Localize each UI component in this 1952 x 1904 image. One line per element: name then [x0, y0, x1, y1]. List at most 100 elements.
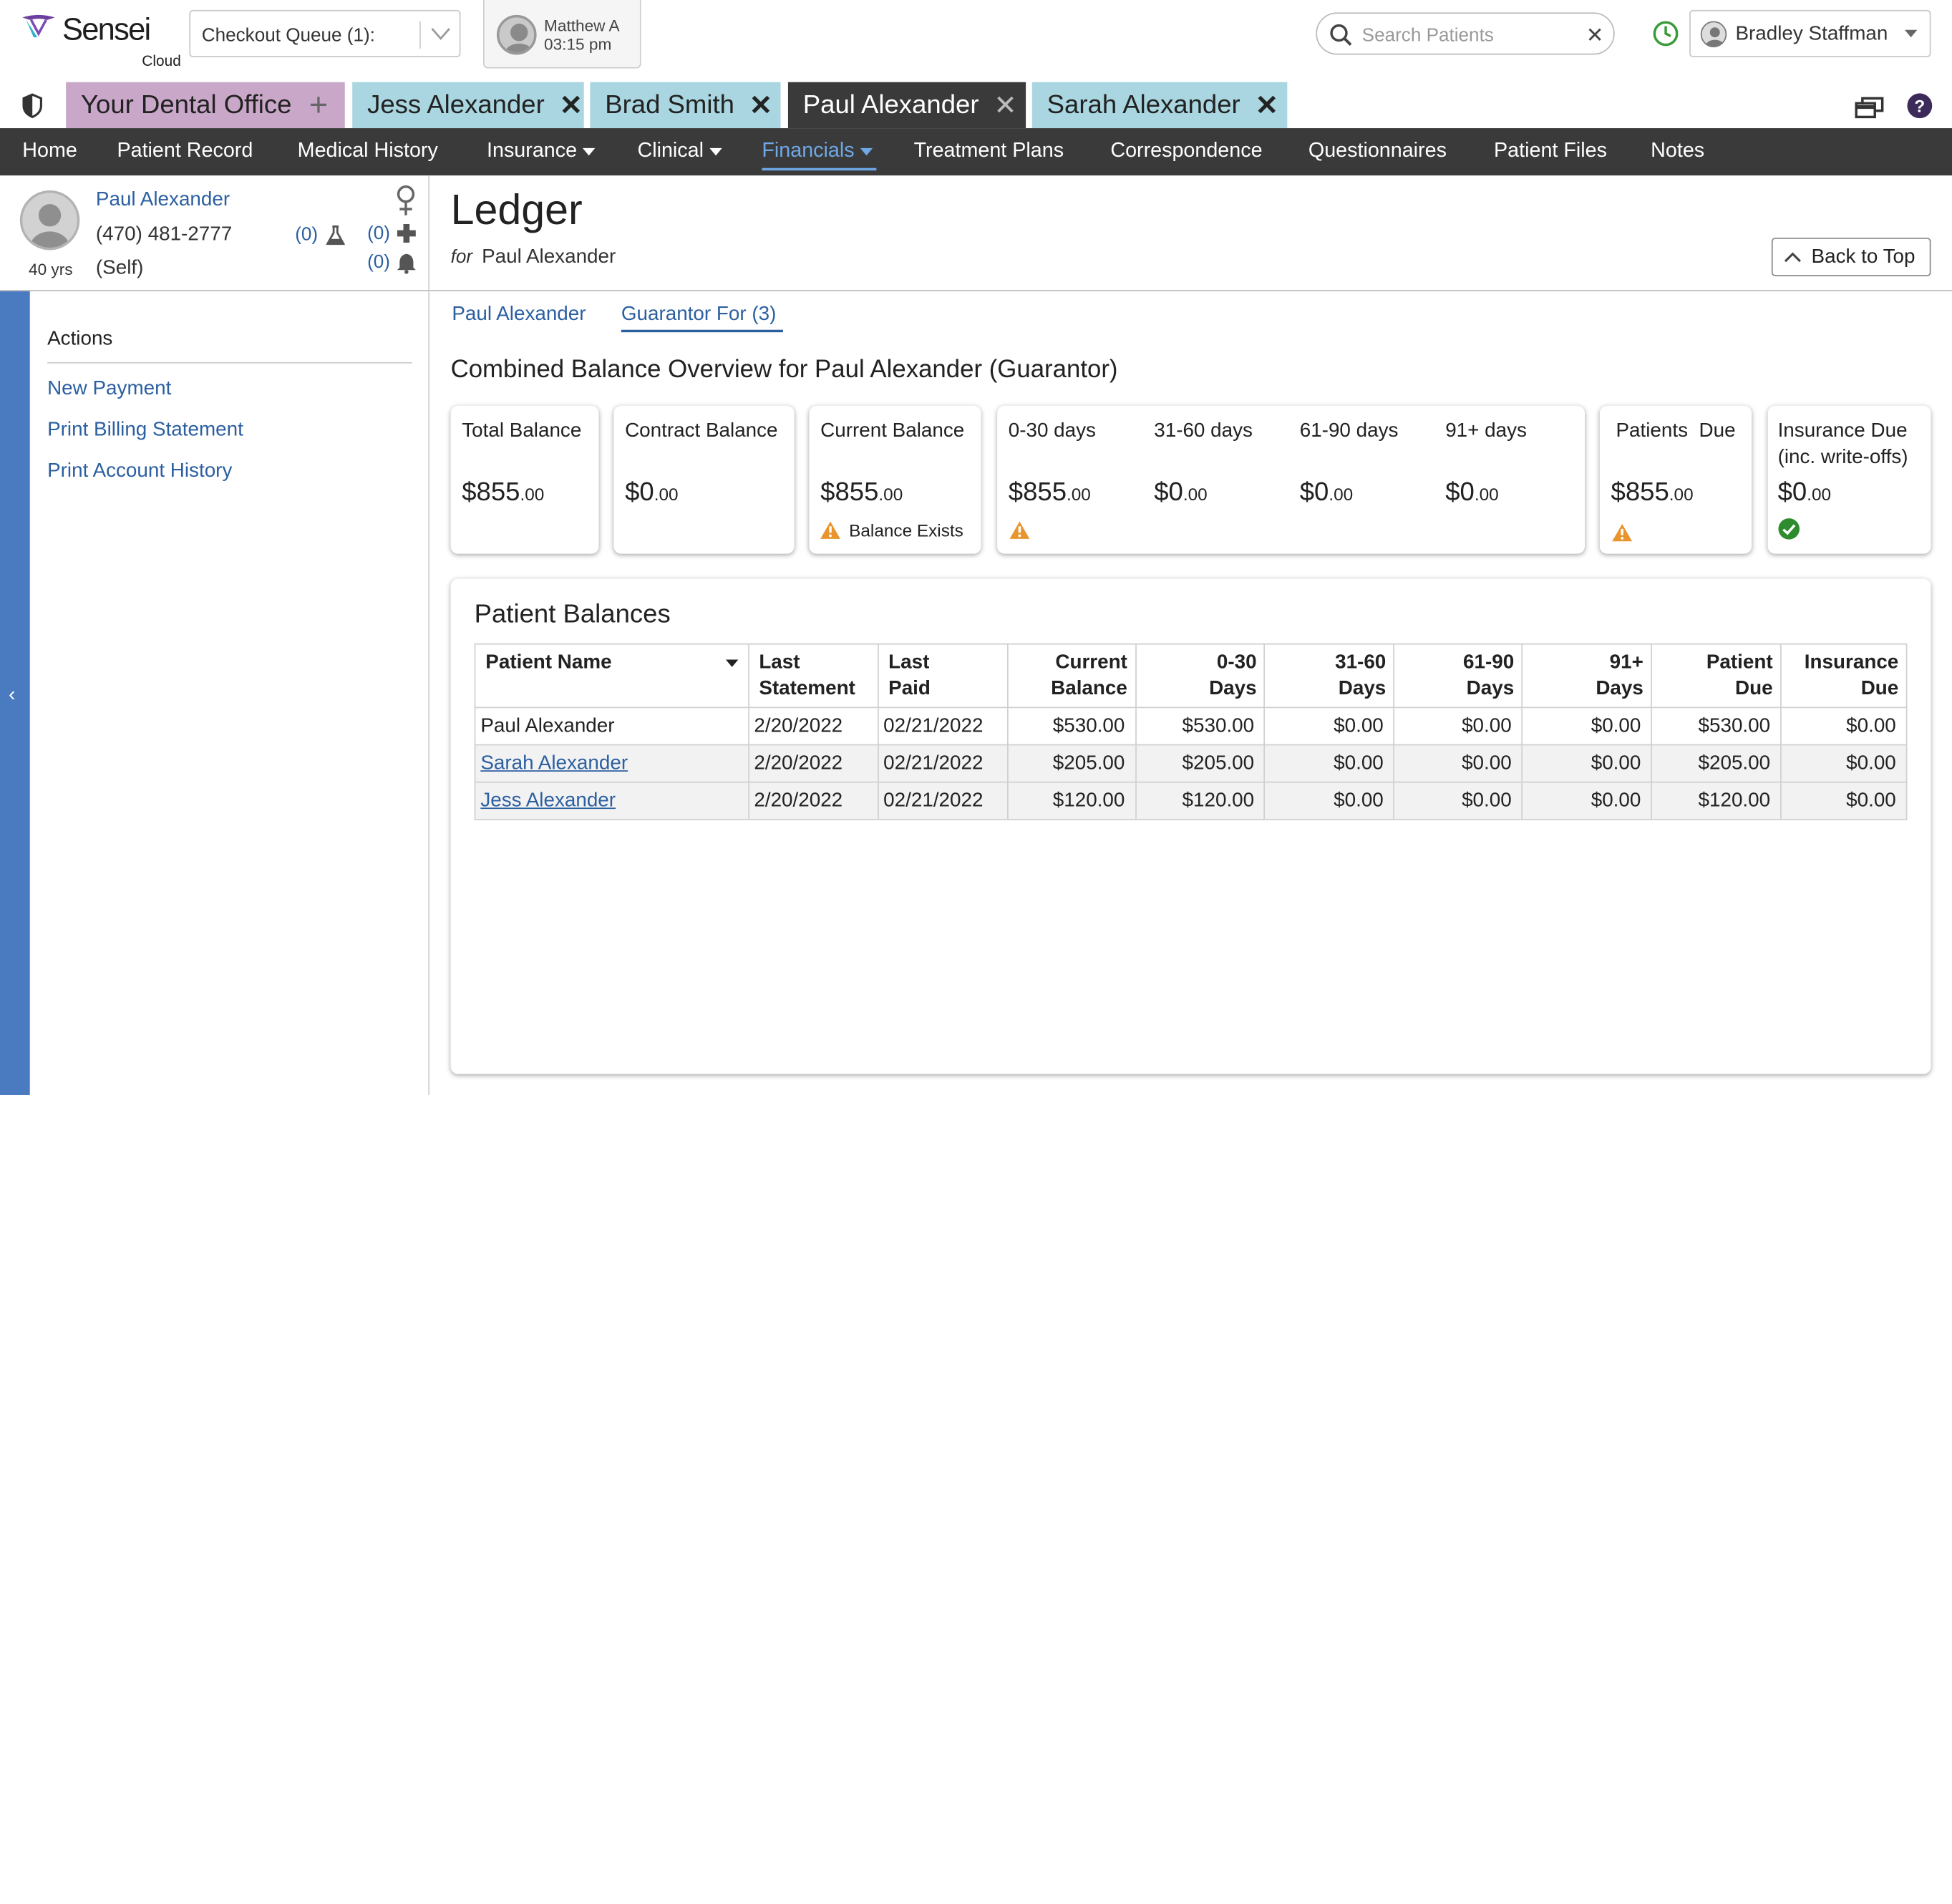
search-icon [1330, 24, 1352, 46]
aging-label-0-30: 0-30 days [1008, 420, 1096, 442]
patient-name-link[interactable]: Paul Alexander [96, 189, 230, 211]
cell-61-90: $0.00 [1393, 706, 1523, 746]
col-61-90-days[interactable]: 61-90 Days [1393, 643, 1523, 709]
help-icon[interactable]: ? [1907, 93, 1933, 119]
nav-financials[interactable]: Financials [762, 140, 873, 163]
col-current-balance[interactable]: Current Balance [1006, 643, 1137, 709]
nav-insurance[interactable]: Insurance [487, 140, 596, 163]
print-billing-statement-link[interactable]: Print Billing Statement [47, 419, 243, 442]
user-name: Bradley Staffman [1735, 24, 1888, 45]
close-tab-icon[interactable]: ✕ [994, 89, 1016, 121]
table-row: Sarah Alexander 2/20/2022 02/21/2022 $20… [474, 744, 1908, 783]
col-0-30-days[interactable]: 0-30 Days [1135, 643, 1266, 709]
nav-medical-history[interactable]: Medical History [298, 140, 438, 163]
bell-icon[interactable] [396, 253, 417, 274]
table-row: Jess Alexander 2/20/2022 02/21/2022 $120… [474, 781, 1908, 820]
tab-label: Sarah Alexander [1047, 90, 1240, 120]
card-value: $855.00 [462, 477, 545, 507]
sidebar-divider [428, 175, 430, 1095]
cell-91: $0.00 [1521, 706, 1653, 746]
actions-divider [47, 361, 412, 364]
nav-financials-label: Financials [762, 139, 855, 162]
nav-correspondence[interactable]: Correspondence [1110, 140, 1262, 163]
aging-label-91: 91+ days [1445, 420, 1527, 442]
cell-patient-due: $120.00 [1651, 781, 1782, 820]
close-tab-icon[interactable]: ✕ [1256, 89, 1278, 121]
cell-insurance-due: $0.00 [1780, 781, 1908, 820]
tab-brad-smith[interactable]: Brad Smith ✕ [590, 82, 781, 129]
tab-sarah-alexander[interactable]: Sarah Alexander ✕ [1031, 82, 1288, 129]
subtab-guarantor-for[interactable]: Guarantor For (3) [621, 303, 777, 326]
sensei-logo[interactable]: Sensei Cloud [20, 10, 181, 69]
flask-icon[interactable] [326, 225, 345, 247]
nav-patient-record[interactable]: Patient Record [117, 140, 253, 163]
checkout-queue-select[interactable]: Checkout Queue (1): [189, 9, 461, 57]
alert-count[interactable]: (0) [367, 251, 390, 273]
col-last-statement[interactable]: Last Statement [747, 643, 879, 709]
nav-treatment-plans[interactable]: Treatment Plans [914, 140, 1064, 163]
windows-icon[interactable] [1855, 94, 1885, 120]
col-patient-due[interactable]: Patient Due [1651, 643, 1782, 709]
patient-balances-title: Patient Balances [474, 600, 671, 628]
for-label: for [450, 246, 473, 268]
user-avatar-icon [1700, 21, 1727, 48]
provider-card[interactable]: Matthew A 03:15 pm [482, 0, 641, 69]
col-patient-name[interactable]: Patient Name [474, 643, 749, 709]
cell-patient-name: Sarah Alexander [474, 744, 749, 783]
tab-your-dental-office[interactable]: Your Dental Office + [66, 82, 345, 129]
header-divider [0, 290, 1952, 291]
lab-count[interactable]: (0) [295, 224, 318, 246]
insurance-due-card: Insurance Due (inc. write-offs) $0.00 [1767, 405, 1931, 554]
col-last-paid[interactable]: Last Paid [877, 643, 1009, 709]
nav-patient-files[interactable]: Patient Files [1494, 140, 1607, 163]
add-tab-icon[interactable]: + [309, 86, 328, 125]
col-31-60-days[interactable]: 31-60 Days [1264, 643, 1395, 709]
back-to-top-label: Back to Top [1811, 246, 1915, 268]
aging-label-61-90: 61-90 days [1299, 420, 1399, 442]
user-menu[interactable]: Bradley Staffman [1689, 9, 1931, 57]
card-label: Insurance Due (inc. write-offs) [1777, 420, 1908, 468]
nav-clinical[interactable]: Clinical [637, 140, 723, 163]
cell-31-60: $0.00 [1264, 781, 1395, 820]
close-tab-icon[interactable]: ✕ [560, 89, 583, 121]
contract-balance-card: Contract Balance $0.00 [613, 405, 795, 554]
close-tab-icon[interactable]: ✕ [749, 89, 772, 121]
balance-exists-note: Balance Exists [849, 520, 963, 540]
cell-patient-due: $530.00 [1651, 706, 1782, 746]
nav-questionnaires[interactable]: Questionnaires [1308, 140, 1447, 163]
main-nav: Home Patient Record Medical History Insu… [0, 128, 1952, 176]
medical-alert-count[interactable]: (0) [367, 223, 390, 244]
shield-icon[interactable] [21, 93, 44, 119]
cell-insurance-due: $0.00 [1780, 744, 1908, 783]
card-value: $0.00 [625, 477, 679, 507]
collapse-rail[interactable]: ‹ [0, 291, 30, 1095]
new-payment-link[interactable]: New Payment [47, 379, 171, 401]
sort-caret-icon[interactable] [725, 659, 738, 667]
cell-last-statement: 2/20/2022 [747, 744, 879, 783]
search-patients[interactable]: Search Patients ✕ [1316, 12, 1615, 55]
cell-31-60: $0.00 [1264, 706, 1395, 746]
medical-cross-icon[interactable] [397, 223, 416, 243]
col-insurance-due[interactable]: Insurance Due [1780, 643, 1908, 709]
cell-0-30: $120.00 [1135, 781, 1266, 820]
print-account-history-link[interactable]: Print Account History [47, 460, 232, 482]
tab-label: Paul Alexander [802, 90, 979, 120]
patient-link[interactable]: Jess Alexander [480, 790, 616, 811]
nav-notes[interactable]: Notes [1651, 140, 1704, 163]
cell-0-30: $530.00 [1135, 706, 1266, 746]
clear-search-icon[interactable]: ✕ [1586, 24, 1604, 49]
back-to-top-button[interactable]: Back to Top [1771, 238, 1931, 276]
patient-balances-table: Patient Name Last Statement Last Paid Curr… [474, 643, 1908, 820]
card-value: $855.00 [1611, 477, 1694, 507]
cell-0-30: $205.00 [1135, 744, 1266, 783]
actions-title: Actions [47, 328, 113, 350]
tab-jess-alexander[interactable]: Jess Alexander ✕ [352, 82, 584, 129]
subtab-paul-alexander[interactable]: Paul Alexander [452, 303, 586, 326]
patient-link[interactable]: Sarah Alexander [480, 752, 628, 774]
clock-icon[interactable] [1652, 20, 1679, 47]
aging-card: 0-30 days 31-60 days 61-90 days 91+ days… [997, 405, 1586, 554]
search-input[interactable]: Search Patients [1362, 25, 1494, 47]
nav-home[interactable]: Home [22, 140, 77, 163]
tab-paul-alexander[interactable]: Paul Alexander ✕ [787, 82, 1026, 129]
col-91-days[interactable]: 91+ Days [1521, 643, 1653, 709]
